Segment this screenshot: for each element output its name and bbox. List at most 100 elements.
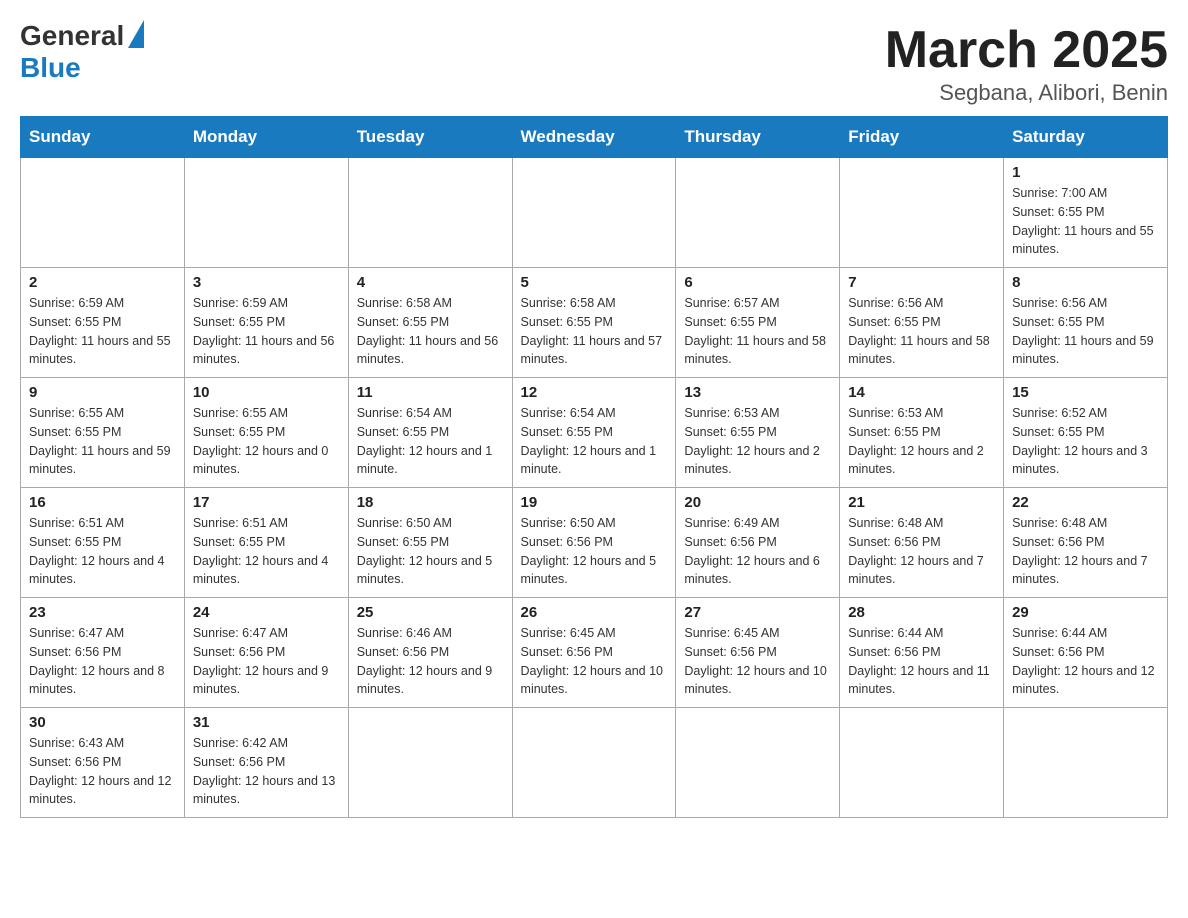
calendar-day-cell: 23 Sunrise: 6:47 AMSunset: 6:56 PMDayligh…	[21, 598, 185, 708]
calendar-day-cell: 24Sunrise: 6:47 AMSunset: 6:56 PMDayligh…	[184, 598, 348, 708]
calendar-day-cell: 29 Sunrise: 6:44 AMSunset: 6:56 PMDayligh…	[1004, 598, 1168, 708]
logo: General Blue	[20, 20, 144, 84]
day-info: Sunrise: 6:48 AMSunset: 6:56 PMDaylight:…	[1012, 514, 1159, 589]
calendar-day-cell	[840, 158, 1004, 268]
day-info: Sunrise: 6:45 AMSunset: 6:56 PMDaylight:…	[521, 624, 668, 699]
calendar-day-cell: 10 Sunrise: 6:55 AMSunset: 6:55 PMDayligh…	[184, 378, 348, 488]
day-info: Sunrise: 6:56 AMSunset: 6:55 PMDaylight:…	[848, 294, 995, 369]
day-info: Sunrise: 6:42 AMSunset: 6:56 PMDaylight:…	[193, 734, 340, 809]
calendar-day-cell	[348, 708, 512, 818]
calendar-day-cell: 13 Sunrise: 6:53 AMSunset: 6:55 PMDayligh…	[676, 378, 840, 488]
day-info: Sunrise: 6:43 AMSunset: 6:56 PMDaylight:…	[29, 734, 176, 809]
day-of-week-header: Friday	[840, 117, 1004, 158]
calendar-day-cell: 30 Sunrise: 6:43 AMSunset: 6:56 PMDayligh…	[21, 708, 185, 818]
calendar-day-cell: 14Sunrise: 6:53 AMSunset: 6:55 PMDayligh…	[840, 378, 1004, 488]
day-of-week-header: Thursday	[676, 117, 840, 158]
day-info: Sunrise: 6:59 AMSunset: 6:55 PMDaylight:…	[193, 294, 340, 369]
day-info: Sunrise: 6:44 AMSunset: 6:56 PMDaylight:…	[1012, 624, 1159, 699]
day-info: Sunrise: 6:48 AMSunset: 6:56 PMDaylight:…	[848, 514, 995, 589]
day-info: Sunrise: 6:49 AMSunset: 6:56 PMDaylight:…	[684, 514, 831, 589]
day-info: Sunrise: 6:53 AMSunset: 6:55 PMDaylight:…	[848, 404, 995, 479]
day-number: 2	[29, 274, 176, 291]
day-number: 17	[193, 494, 340, 511]
day-info: Sunrise: 6:57 AMSunset: 6:55 PMDaylight:…	[684, 294, 831, 369]
day-number: 12	[521, 384, 668, 401]
calendar-day-cell	[21, 158, 185, 268]
day-info: Sunrise: 6:58 AMSunset: 6:55 PMDaylight:…	[521, 294, 668, 369]
calendar-day-cell	[1004, 708, 1168, 818]
day-number: 27	[684, 604, 831, 621]
day-number: 18	[357, 494, 504, 511]
calendar-day-cell: 7Sunrise: 6:56 AMSunset: 6:55 PMDaylight…	[840, 268, 1004, 378]
day-info: Sunrise: 6:53 AMSunset: 6:55 PMDaylight:…	[684, 404, 831, 479]
day-info: Sunrise: 6:54 AMSunset: 6:55 PMDaylight:…	[357, 404, 504, 479]
calendar-day-cell	[184, 158, 348, 268]
calendar-day-cell: 4 Sunrise: 6:58 AMSunset: 6:55 PMDaylight…	[348, 268, 512, 378]
day-info: Sunrise: 6:50 AMSunset: 6:55 PMDaylight:…	[357, 514, 504, 589]
day-number: 23	[29, 604, 176, 621]
calendar-day-cell: 22 Sunrise: 6:48 AMSunset: 6:56 PMDayligh…	[1004, 488, 1168, 598]
day-of-week-header: Tuesday	[348, 117, 512, 158]
calendar-day-cell: 31 Sunrise: 6:42 AMSunset: 6:56 PMDayligh…	[184, 708, 348, 818]
calendar-day-cell	[512, 708, 676, 818]
day-number: 20	[684, 494, 831, 511]
day-info: Sunrise: 6:55 AMSunset: 6:55 PMDaylight:…	[193, 404, 340, 479]
day-info: Sunrise: 6:58 AMSunset: 6:55 PMDaylight:…	[357, 294, 504, 369]
calendar-day-cell: 28 Sunrise: 6:44 AMSunset: 6:56 PMDayligh…	[840, 598, 1004, 708]
calendar-table: SundayMondayTuesdayWednesdayThursdayFrid…	[20, 116, 1168, 818]
day-number: 5	[521, 274, 668, 291]
day-info: Sunrise: 6:45 AMSunset: 6:56 PMDaylight:…	[684, 624, 831, 699]
calendar-week-row: 16Sunrise: 6:51 AMSunset: 6:55 PMDayligh…	[21, 488, 1168, 598]
calendar-body: 1Sunrise: 7:00 AMSunset: 6:55 PMDaylight…	[21, 158, 1168, 818]
calendar-day-cell: 20 Sunrise: 6:49 AMSunset: 6:56 PMDayligh…	[676, 488, 840, 598]
calendar-week-row: 9 Sunrise: 6:55 AMSunset: 6:55 PMDaylight…	[21, 378, 1168, 488]
calendar-day-cell: 11 Sunrise: 6:54 AMSunset: 6:55 PMDayligh…	[348, 378, 512, 488]
day-info: Sunrise: 7:00 AMSunset: 6:55 PMDaylight:…	[1012, 184, 1159, 259]
day-number: 31	[193, 714, 340, 731]
day-number: 3	[193, 274, 340, 291]
day-number: 8	[1012, 274, 1159, 291]
day-number: 9	[29, 384, 176, 401]
logo-general-text: General	[20, 20, 124, 52]
day-number: 13	[684, 384, 831, 401]
calendar-day-cell: 5 Sunrise: 6:58 AMSunset: 6:55 PMDaylight…	[512, 268, 676, 378]
day-info: Sunrise: 6:47 AMSunset: 6:56 PMDaylight:…	[193, 624, 340, 699]
title-area: March 2025 Segbana, Alibori, Benin	[885, 20, 1168, 106]
calendar-day-cell: 26 Sunrise: 6:45 AMSunset: 6:56 PMDayligh…	[512, 598, 676, 708]
day-info: Sunrise: 6:47 AMSunset: 6:56 PMDaylight:…	[29, 624, 176, 699]
calendar-week-row: 30 Sunrise: 6:43 AMSunset: 6:56 PMDayligh…	[21, 708, 1168, 818]
day-info: Sunrise: 6:50 AMSunset: 6:56 PMDaylight:…	[521, 514, 668, 589]
calendar-day-cell: 17Sunrise: 6:51 AMSunset: 6:55 PMDayligh…	[184, 488, 348, 598]
calendar-day-cell: 21 Sunrise: 6:48 AMSunset: 6:56 PMDayligh…	[840, 488, 1004, 598]
day-info: Sunrise: 6:52 AMSunset: 6:55 PMDaylight:…	[1012, 404, 1159, 479]
day-of-week-header: Sunday	[21, 117, 185, 158]
calendar-day-cell	[512, 158, 676, 268]
month-title: March 2025	[885, 20, 1168, 80]
calendar-day-cell: 9Sunrise: 6:55 AMSunset: 6:55 PMDaylight…	[21, 378, 185, 488]
day-number: 10	[193, 384, 340, 401]
day-number: 29	[1012, 604, 1159, 621]
logo-triangle-icon	[128, 20, 144, 48]
day-number: 11	[357, 384, 504, 401]
days-of-week-row: SundayMondayTuesdayWednesdayThursdayFrid…	[21, 117, 1168, 158]
day-number: 4	[357, 274, 504, 291]
day-info: Sunrise: 6:56 AMSunset: 6:55 PMDaylight:…	[1012, 294, 1159, 369]
calendar-day-cell: 1Sunrise: 7:00 AMSunset: 6:55 PMDaylight…	[1004, 158, 1168, 268]
day-number: 26	[521, 604, 668, 621]
day-number: 30	[29, 714, 176, 731]
logo-general: General	[20, 20, 144, 52]
day-number: 15	[1012, 384, 1159, 401]
day-number: 22	[1012, 494, 1159, 511]
logo-blue-text: Blue	[20, 52, 81, 84]
day-info: Sunrise: 6:51 AMSunset: 6:55 PMDaylight:…	[29, 514, 176, 589]
calendar-header: SundayMondayTuesdayWednesdayThursdayFrid…	[21, 117, 1168, 158]
calendar-week-row: 1Sunrise: 7:00 AMSunset: 6:55 PMDaylight…	[21, 158, 1168, 268]
day-number: 21	[848, 494, 995, 511]
calendar-week-row: 23 Sunrise: 6:47 AMSunset: 6:56 PMDayligh…	[21, 598, 1168, 708]
calendar-day-cell: 27 Sunrise: 6:45 AMSunset: 6:56 PMDayligh…	[676, 598, 840, 708]
day-of-week-header: Wednesday	[512, 117, 676, 158]
day-info: Sunrise: 6:44 AMSunset: 6:56 PMDaylight:…	[848, 624, 995, 699]
calendar-day-cell: 19Sunrise: 6:50 AMSunset: 6:56 PMDayligh…	[512, 488, 676, 598]
day-number: 28	[848, 604, 995, 621]
calendar-day-cell: 6Sunrise: 6:57 AMSunset: 6:55 PMDaylight…	[676, 268, 840, 378]
